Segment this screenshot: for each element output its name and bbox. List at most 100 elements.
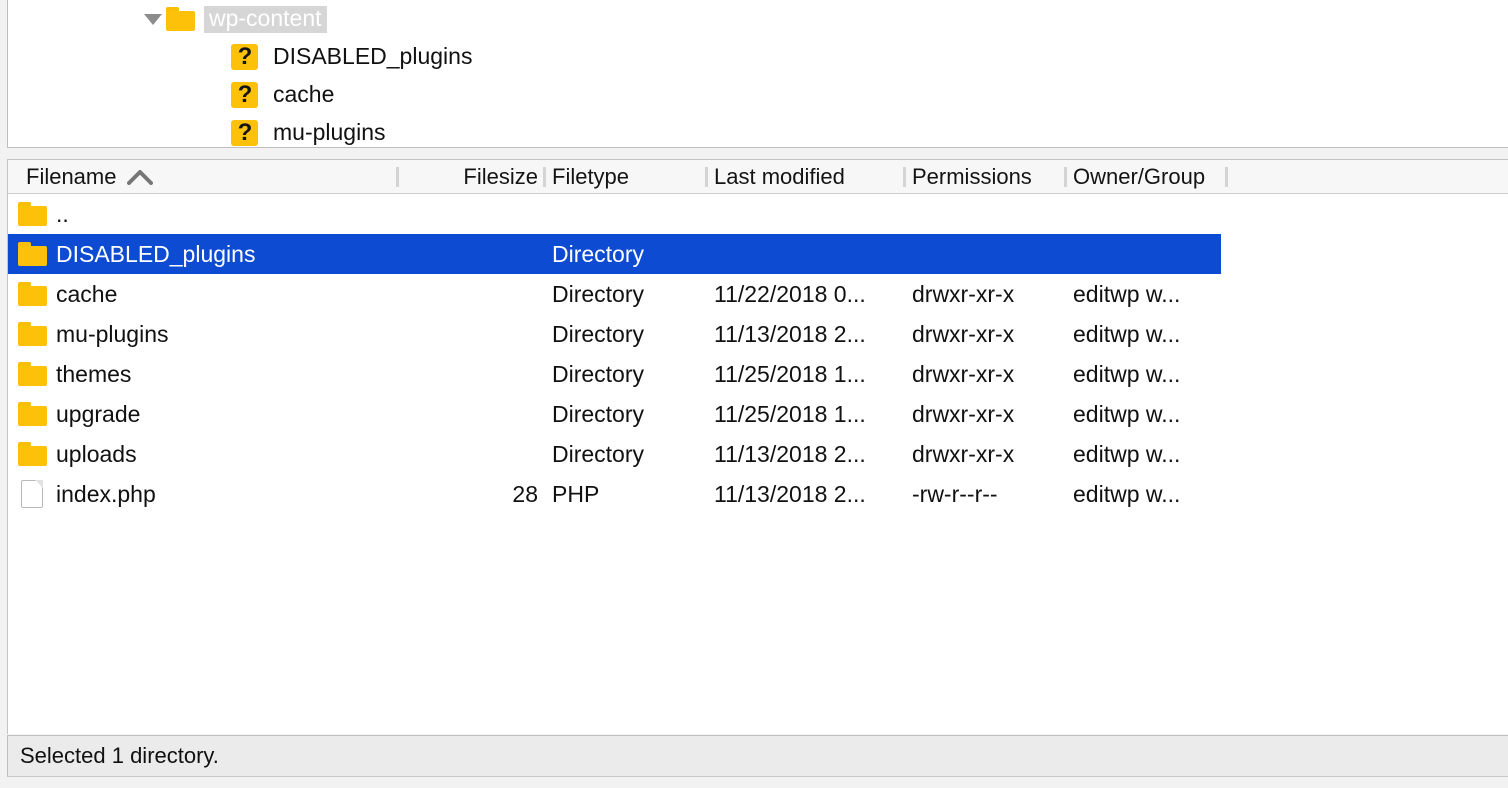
column-header-filename[interactable]: Filename	[26, 160, 386, 193]
cell-filesize[interactable]	[406, 434, 538, 474]
cell-modified-label: 11/13/2018 2...	[714, 441, 866, 468]
cell-filename[interactable]: mu-plugins	[18, 314, 388, 354]
cell-filetype[interactable]: Directory	[552, 314, 700, 354]
file-list-panel[interactable]: Filename Filesize Filetype Last modified Per…	[7, 159, 1508, 734]
tree-item[interactable]: ?cache	[8, 76, 1508, 114]
tree-item[interactable]: wp-content	[8, 0, 1508, 38]
status-bar: Selected 1 directory.	[7, 735, 1508, 777]
cell-owner[interactable]	[1073, 234, 1218, 274]
file-list-body[interactable]: .. DISABLED_plugins Directory cache Director…	[8, 194, 1508, 734]
cell-filetype[interactable]: Directory	[552, 394, 700, 434]
column-divider[interactable]	[903, 167, 906, 187]
cell-permissions[interactable]: drwxr-xr-x	[912, 314, 1057, 354]
column-divider[interactable]	[1064, 167, 1067, 187]
cell-modified[interactable]: 11/22/2018 0...	[714, 274, 896, 314]
cell-filename[interactable]: uploads	[18, 434, 388, 474]
cell-owner-label: editwp w...	[1073, 401, 1180, 428]
column-header-permissions[interactable]: Permissions	[912, 160, 1057, 193]
cell-modified[interactable]: 11/13/2018 2...	[714, 474, 896, 514]
cell-owner[interactable]: editwp w...	[1073, 354, 1218, 394]
column-header-label: Filetype	[552, 164, 629, 190]
unknown-folder-icon: ?	[230, 43, 260, 71]
cell-filesize[interactable]	[406, 314, 538, 354]
cell-owner-label: editwp w...	[1073, 321, 1180, 348]
column-header-owner[interactable]: Owner/Group	[1073, 160, 1218, 193]
cell-filesize[interactable]	[406, 394, 538, 434]
table-row[interactable]: themes Directory 11/25/2018 1... drwxr-xr-x…	[8, 354, 1221, 394]
column-header-filesize[interactable]: Filesize	[406, 160, 538, 193]
cell-permissions[interactable]	[912, 194, 1057, 234]
cell-filename[interactable]: upgrade	[18, 394, 388, 434]
filename-label: ..	[56, 201, 69, 228]
cell-filetype-label: Directory	[552, 241, 644, 268]
cell-filename[interactable]: ..	[18, 194, 388, 234]
cell-modified[interactable]: 11/13/2018 2...	[714, 434, 896, 474]
cell-filesize[interactable]	[406, 234, 538, 274]
cell-filetype-label: Directory	[552, 281, 644, 308]
folder-icon	[18, 362, 48, 386]
table-row[interactable]: index.php 28 PHP 11/13/2018 2... -rw-r--r-- e…	[8, 474, 1221, 514]
cell-owner[interactable]	[1073, 194, 1218, 234]
cell-filetype[interactable]: PHP	[552, 474, 700, 514]
cell-filesize[interactable]	[406, 274, 538, 314]
column-divider[interactable]	[1225, 167, 1228, 187]
unknown-folder-icon: ?	[230, 119, 260, 147]
cell-filename[interactable]: index.php	[18, 474, 388, 514]
table-row[interactable]: DISABLED_plugins Directory	[8, 234, 1221, 274]
cell-permissions-label: drwxr-xr-x	[912, 321, 1014, 348]
column-header-label: Permissions	[912, 164, 1032, 190]
table-row[interactable]: ..	[8, 194, 1221, 234]
filename-label: upgrade	[56, 401, 140, 428]
table-row[interactable]: cache Directory 11/22/2018 0... drwxr-xr-x e…	[8, 274, 1221, 314]
cell-filesize[interactable]	[406, 354, 538, 394]
column-header-filetype[interactable]: Filetype	[552, 160, 700, 193]
cell-permissions[interactable]: drwxr-xr-x	[912, 394, 1057, 434]
filename-label: themes	[56, 361, 131, 388]
cell-owner[interactable]: editwp w...	[1073, 394, 1218, 434]
column-divider[interactable]	[396, 167, 399, 187]
cell-filetype[interactable]: Directory	[552, 354, 700, 394]
column-divider[interactable]	[705, 167, 708, 187]
column-divider[interactable]	[543, 167, 546, 187]
cell-modified[interactable]	[714, 194, 896, 234]
table-row[interactable]: mu-plugins Directory 11/13/2018 2... drwxr-…	[8, 314, 1221, 354]
cell-filesize-label: 28	[512, 481, 538, 508]
tree-item[interactable]: ?DISABLED_plugins	[8, 38, 1508, 76]
sort-ascending-icon[interactable]	[127, 169, 153, 185]
cell-owner[interactable]: editwp w...	[1073, 434, 1218, 474]
column-header-modified[interactable]: Last modified	[714, 160, 896, 193]
folder-icon	[18, 442, 48, 466]
column-header-label: Last modified	[714, 164, 845, 190]
cell-modified[interactable]: 11/25/2018 1...	[714, 354, 896, 394]
cell-filetype[interactable]: Directory	[552, 234, 700, 274]
folder-icon	[18, 402, 48, 426]
cell-modified[interactable]	[714, 234, 896, 274]
cell-filename[interactable]: themes	[18, 354, 388, 394]
cell-filesize[interactable]	[406, 194, 538, 234]
cell-filetype[interactable]: Directory	[552, 434, 700, 474]
folder-icon	[166, 7, 196, 31]
cell-permissions-label: -rw-r--r--	[912, 481, 998, 508]
cell-modified[interactable]: 11/13/2018 2...	[714, 314, 896, 354]
tree-item-label: mu-plugins	[268, 120, 391, 147]
cell-filename[interactable]: cache	[18, 274, 388, 314]
cell-filetype[interactable]: Directory	[552, 274, 700, 314]
tree-item[interactable]: ? mu-plugins	[8, 114, 1508, 148]
directory-tree-panel[interactable]: wp-content?DISABLED_plugins?cache? mu-plu…	[7, 0, 1508, 148]
cell-owner[interactable]: editwp w...	[1073, 474, 1218, 514]
cell-filesize[interactable]: 28	[406, 474, 538, 514]
chevron-down-icon[interactable]	[140, 0, 166, 38]
table-row[interactable]: uploads Directory 11/13/2018 2... drwxr-xr-…	[8, 434, 1221, 474]
cell-owner[interactable]: editwp w...	[1073, 274, 1218, 314]
cell-filename[interactable]: DISABLED_plugins	[18, 234, 388, 274]
table-row[interactable]: upgrade Directory 11/25/2018 1... drwxr-xr-…	[8, 394, 1221, 434]
cell-permissions[interactable]: drwxr-xr-x	[912, 354, 1057, 394]
file-list-header[interactable]: Filename Filesize Filetype Last modified Per…	[8, 160, 1508, 194]
cell-modified[interactable]: 11/25/2018 1...	[714, 394, 896, 434]
cell-filetype[interactable]	[552, 194, 700, 234]
cell-permissions[interactable]: -rw-r--r--	[912, 474, 1057, 514]
cell-permissions[interactable]: drwxr-xr-x	[912, 274, 1057, 314]
cell-permissions[interactable]	[912, 234, 1057, 274]
cell-owner[interactable]: editwp w...	[1073, 314, 1218, 354]
cell-permissions[interactable]: drwxr-xr-x	[912, 434, 1057, 474]
